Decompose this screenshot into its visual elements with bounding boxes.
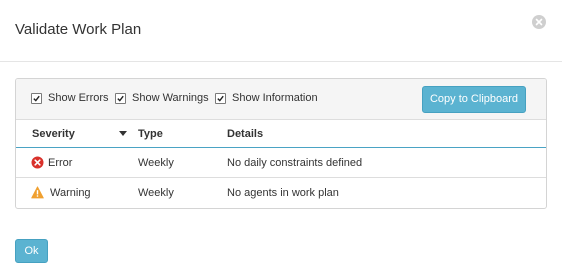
type-cell: Weekly [138,157,174,169]
show-errors-checkbox[interactable] [31,93,42,104]
validate-work-plan-dialog: Validate Work Plan Show Errors Show Warn… [0,0,562,277]
sort-down-icon[interactable] [119,131,127,136]
show-errors-label: Show Errors [48,92,109,104]
table-header: Severity Type Details [16,120,546,148]
ok-button[interactable]: Ok [15,239,48,263]
column-header-severity[interactable]: Severity [32,128,75,141]
close-icon[interactable] [532,15,546,29]
show-warnings-checkbox[interactable] [115,93,126,104]
column-header-details[interactable]: Details [227,128,263,141]
dialog-header: Validate Work Plan [0,0,562,62]
copy-to-clipboard-button[interactable]: Copy to Clipboard [422,86,526,113]
filter-toolbar: Show Errors Show Warnings Show Informati… [16,79,546,120]
show-errors-filter[interactable]: Show Errors [31,92,109,105]
details-cell: No daily constraints defined [227,157,363,169]
details-cell: No agents in work plan [227,187,339,199]
type-cell: Weekly [138,187,174,199]
table-row[interactable]: Error Weekly No daily constraints define… [16,148,546,178]
severity-cell: Warning [50,187,91,199]
severity-cell: Error [48,157,73,169]
show-information-checkbox[interactable] [215,93,226,104]
show-warnings-filter[interactable]: Show Warnings [115,92,209,105]
show-warnings-label: Show Warnings [132,92,209,104]
warning-icon [31,186,44,199]
show-information-label: Show Information [232,92,318,104]
validation-results-panel: Show Errors Show Warnings Show Informati… [15,78,547,209]
column-header-type[interactable]: Type [138,128,163,141]
table-row[interactable]: Warning Weekly No agents in work plan [16,178,546,208]
show-information-filter[interactable]: Show Information [215,92,318,105]
error-icon [31,156,44,169]
dialog-title: Validate Work Plan [15,21,142,38]
